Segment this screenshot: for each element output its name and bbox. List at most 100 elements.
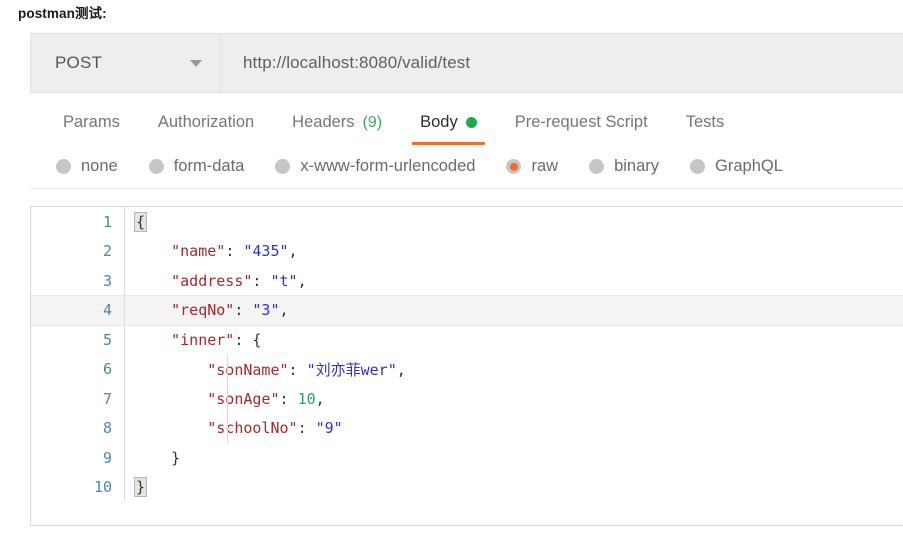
code-token: : { — [234, 331, 262, 349]
tab-label: Headers — [292, 113, 355, 131]
tab-label: Pre-request Script — [514, 113, 648, 131]
code-content[interactable]: "sonName": "刘亦菲wer", — [125, 355, 903, 385]
tab-body[interactable]: Body — [401, 113, 496, 145]
tab-authorization[interactable]: Authorization — [139, 113, 273, 145]
code-token: : — [234, 301, 253, 320]
radio-icon-selected — [506, 159, 522, 174]
code-token: , — [396, 360, 406, 379]
code-token: , — [315, 389, 325, 408]
code-line: 10} — [31, 472, 903, 503]
radio-icon — [275, 159, 291, 174]
tab-headers-count: (9) — [362, 113, 383, 131]
code-line: 9 } — [31, 443, 903, 473]
code-token: : — [288, 360, 307, 379]
code-token: "inner" — [135, 331, 235, 349]
code-content[interactable]: "address": "t", — [125, 266, 903, 296]
code-content[interactable]: "sonAge": 10, — [125, 384, 903, 414]
radio-label: none — [81, 157, 118, 175]
code-token: "435" — [243, 242, 289, 261]
code-token: : — [225, 242, 244, 261]
code-token: , — [279, 301, 289, 320]
tab-label: Params — [63, 113, 120, 131]
radio-icon — [589, 159, 605, 174]
code-token: { — [134, 211, 148, 232]
code-content[interactable]: "reqNo": "3", — [124, 295, 903, 326]
code-token: : — [279, 389, 298, 408]
radio-label: x-www-form-urlencoded — [300, 157, 476, 175]
request-body-editor[interactable]: 1{2 "name": "435", 3 "address": "t", 4 "re… — [30, 206, 903, 526]
code-token: : — [252, 271, 271, 290]
code-content[interactable]: "inner": { — [125, 325, 903, 355]
line-number: 6 — [31, 354, 125, 384]
code-content[interactable]: { — [125, 207, 903, 237]
code-token: "sonName" — [135, 360, 289, 379]
tab-params[interactable]: Params — [44, 113, 139, 145]
code-line: 3 "address": "t", — [31, 266, 903, 296]
line-number: 2 — [31, 236, 125, 266]
request-url-bar: POST http://localhost:8080/valid/test — [30, 33, 903, 93]
body-type-binary[interactable]: binary — [589, 157, 659, 176]
code-token: "sonAge" — [135, 389, 280, 408]
body-type-radio-group: none form-data x-www-form-urlencoded raw… — [30, 145, 903, 189]
tab-headers[interactable]: Headers (9) — [273, 113, 401, 145]
radio-icon — [148, 159, 164, 174]
line-number: 4 — [31, 295, 125, 326]
line-number: 7 — [31, 384, 125, 414]
http-method-select[interactable]: POST — [31, 34, 221, 92]
code-token: "name" — [135, 242, 226, 261]
line-number: 10 — [31, 472, 125, 502]
code-token: } — [134, 477, 148, 498]
code-line: 8 "schoolNo": "9" — [31, 413, 903, 444]
code-content[interactable]: } — [125, 473, 903, 503]
postman-request-panel: POST http://localhost:8080/valid/test Pa… — [30, 33, 903, 556]
line-number: 9 — [31, 443, 125, 473]
http-method-label: POST — [55, 53, 103, 72]
code-lines: 1{2 "name": "435", 3 "address": "t", 4 "re… — [31, 207, 903, 502]
page-title: postman测试: — [18, 6, 107, 21]
line-number: 1 — [31, 207, 125, 237]
code-content[interactable]: } — [125, 443, 903, 473]
radio-label: GraphQL — [715, 157, 783, 175]
code-token: , — [288, 242, 298, 261]
radio-icon — [690, 159, 706, 174]
request-url-input[interactable]: http://localhost:8080/valid/test — [221, 34, 903, 92]
body-type-graphql[interactable]: GraphQL — [690, 157, 783, 176]
tab-label: Tests — [685, 113, 725, 131]
code-token: "t" — [270, 271, 298, 290]
code-line: 2 "name": "435", — [31, 236, 903, 267]
body-type-none[interactable]: none — [56, 157, 118, 176]
code-token: "刘亦菲wer" — [306, 360, 397, 379]
tab-pre-request-script[interactable]: Pre-request Script — [496, 113, 667, 145]
line-number: 5 — [31, 325, 125, 355]
code-line: 4 "reqNo": "3", — [31, 295, 903, 326]
code-token: : — [297, 419, 316, 438]
radio-icon — [56, 159, 71, 174]
code-line: 7 "sonAge": 10, — [31, 384, 903, 414]
radio-label: form-data — [173, 157, 245, 175]
indent-guide — [227, 355, 228, 443]
code-token: 10 — [297, 389, 316, 408]
line-number: 8 — [31, 413, 125, 443]
code-content[interactable]: "schoolNo": "9" — [125, 414, 903, 444]
radio-label: binary — [614, 157, 660, 175]
code-token: "schoolNo" — [135, 419, 298, 438]
tab-tests[interactable]: Tests — [667, 113, 744, 145]
code-line: 6 "sonName": "刘亦菲wer", — [31, 354, 903, 385]
chevron-down-icon — [190, 59, 202, 67]
body-type-x-www-form-urlencoded[interactable]: x-www-form-urlencoded — [275, 157, 475, 176]
code-token: "reqNo" — [135, 301, 235, 320]
body-modified-dot-icon — [465, 117, 477, 128]
code-token: , — [297, 271, 307, 290]
line-number: 3 — [31, 266, 125, 296]
radio-label: raw — [531, 157, 559, 175]
code-token: "9" — [315, 419, 343, 438]
request-tabs: Params Authorization Headers (9) Body Pr… — [30, 93, 903, 145]
body-type-form-data[interactable]: form-data — [148, 157, 245, 176]
code-line: 1{ — [31, 207, 903, 237]
tab-label: Authorization — [157, 113, 255, 131]
code-line: 5 "inner": { — [31, 325, 903, 355]
tab-label: Body — [420, 113, 458, 131]
code-token: } — [135, 448, 181, 467]
body-type-raw[interactable]: raw — [506, 157, 558, 176]
code-content[interactable]: "name": "435", — [125, 237, 903, 267]
